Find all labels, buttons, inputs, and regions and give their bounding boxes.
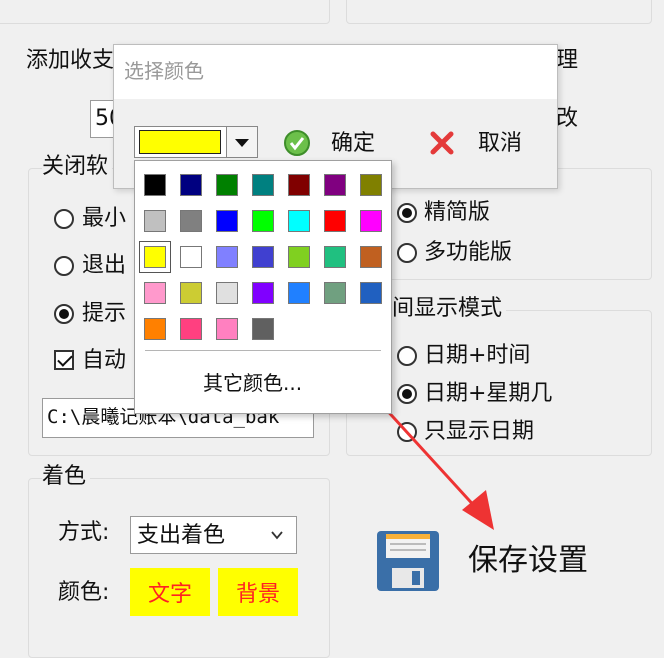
color-swatch[interactable]: [216, 210, 238, 232]
color-swatch[interactable]: [360, 210, 382, 232]
color-swatch[interactable]: [288, 246, 310, 268]
ok-button[interactable]: 确定: [279, 125, 389, 161]
color-swatch[interactable]: [324, 174, 346, 196]
color-swatch[interactable]: [180, 282, 202, 304]
cancel-button[interactable]: 取消: [424, 125, 534, 161]
check-circle-icon: [283, 129, 311, 161]
radio-multi-version-label: 多功能版: [424, 240, 513, 265]
auto-checkbox[interactable]: [54, 350, 74, 370]
radio-date-only[interactable]: [397, 422, 417, 442]
radio-prompt-label: 提示: [82, 301, 127, 326]
color-swatch[interactable]: [144, 174, 166, 196]
add-label: 添加收支: [26, 48, 115, 73]
radio-simple-version-label: 精简版: [424, 200, 491, 225]
top-right-group: [346, 0, 652, 24]
color-swatch[interactable]: [324, 282, 346, 304]
color-swatch[interactable]: [216, 246, 238, 268]
ok-button-label: 确定: [331, 131, 376, 156]
radio-multi-version[interactable]: [397, 243, 417, 263]
color-swatch[interactable]: [252, 210, 274, 232]
color-swatch[interactable]: [216, 282, 238, 304]
color-swatch[interactable]: [252, 318, 274, 340]
color-swatch[interactable]: [180, 174, 202, 196]
color-swatch[interactable]: [252, 246, 274, 268]
color-swatch[interactable]: [180, 318, 202, 340]
dialog-title: 选择颜色: [124, 59, 204, 83]
color-swatch[interactable]: [180, 210, 202, 232]
save-button[interactable]: 保存设置: [370, 520, 610, 600]
auto-checkbox-label: 自动: [82, 348, 127, 373]
color-swatch[interactable]: [144, 210, 166, 232]
current-color-swatch: [139, 130, 221, 154]
time-group-title: 间显示模式: [392, 298, 507, 320]
combobox-dropdown-button[interactable]: [226, 127, 257, 157]
radio-date-time-label: 日期+时间: [424, 343, 531, 368]
color-swatch[interactable]: [360, 246, 382, 268]
color-swatch[interactable]: [324, 246, 346, 268]
modify-label: 改: [556, 106, 579, 131]
floppy-disk-icon: [376, 530, 440, 596]
other-colors-button[interactable]: 其它颜色...: [145, 361, 381, 401]
color-swatch[interactable]: [288, 210, 310, 232]
mode-select-value: 支出着色: [137, 523, 226, 548]
cancel-button-label: 取消: [478, 131, 523, 156]
dialog-titlebar: 选择颜色: [114, 45, 557, 99]
radio-date-week-label: 日期+星期几: [424, 381, 553, 406]
color-swatch[interactable]: [324, 210, 346, 232]
color-swatch[interactable]: [144, 282, 166, 304]
close-icon: [428, 129, 456, 161]
text-color-button[interactable]: 文字: [130, 568, 210, 616]
radio-exit-label: 退出: [82, 253, 127, 278]
color-combobox[interactable]: [134, 126, 258, 158]
color-swatch[interactable]: [216, 318, 238, 340]
mode-label: 方式:: [58, 520, 110, 545]
radio-exit[interactable]: [54, 256, 74, 276]
palette-separator: [145, 350, 381, 352]
manage-label: 理: [556, 48, 579, 73]
chevron-down-icon: [270, 527, 284, 546]
color-swatch[interactable]: [360, 174, 382, 196]
radio-minimize[interactable]: [54, 209, 74, 229]
color-swatch[interactable]: [252, 174, 274, 196]
color-swatch[interactable]: [288, 282, 310, 304]
radio-simple-version[interactable]: [397, 203, 417, 223]
save-button-label: 保存设置: [468, 543, 588, 578]
color-swatch[interactable]: [360, 282, 382, 304]
radio-date-week[interactable]: [397, 384, 417, 404]
color-swatch[interactable]: [144, 318, 166, 340]
radio-minimize-label: 最小: [82, 206, 127, 231]
color-label: 颜色:: [58, 580, 110, 605]
radio-date-only-label: 只显示日期: [424, 419, 535, 444]
background-color-button[interactable]: 背景: [218, 568, 298, 616]
color-swatch[interactable]: [216, 174, 238, 196]
coloring-group-title: 着色: [42, 466, 91, 488]
color-swatch[interactable]: [288, 174, 310, 196]
other-colors-label: 其它颜色...: [203, 371, 303, 395]
color-palette-popup: 其它颜色...: [134, 160, 392, 414]
color-swatch[interactable]: [180, 246, 202, 268]
radio-prompt[interactable]: [54, 304, 74, 324]
color-swatch[interactable]: [252, 282, 274, 304]
radio-date-time[interactable]: [397, 346, 417, 366]
top-left-group: [0, 0, 330, 24]
dropdown-arrow-icon: [235, 139, 249, 147]
close-group-title: 关闭软: [42, 156, 113, 178]
mode-select[interactable]: 支出着色: [130, 516, 297, 554]
color-swatch[interactable]: [139, 241, 171, 273]
